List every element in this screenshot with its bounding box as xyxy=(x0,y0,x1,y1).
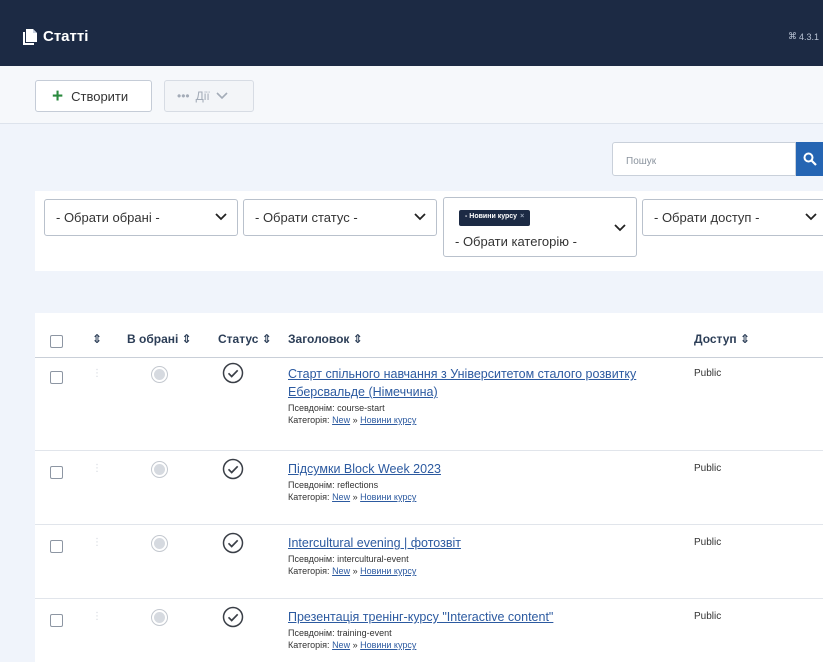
create-button[interactable]: + Створити xyxy=(35,80,152,112)
row-checkbox[interactable] xyxy=(50,466,63,479)
drag-handle-icon[interactable]: ⋮ xyxy=(92,537,102,548)
access-filter-select[interactable]: - Обрати доступ - xyxy=(642,199,823,236)
joomla-logo-icon: ⌘ xyxy=(787,31,797,41)
category-parent-link[interactable]: New xyxy=(332,415,350,425)
article-category: Категорія: New » Новини курсу xyxy=(288,492,417,502)
access-level: Public xyxy=(694,537,722,548)
drag-handle-icon[interactable]: ⋮ xyxy=(92,611,102,622)
create-button-label: Створити xyxy=(71,88,129,104)
published-check-icon[interactable] xyxy=(222,458,244,483)
table-row: ⋮ Старт спільного навчання з Університет… xyxy=(35,358,823,451)
featured-toggle-icon[interactable] xyxy=(151,366,168,383)
featured-filter-label: - Обрати обрані - xyxy=(56,210,160,225)
category-filter-select[interactable]: - Новини курсу × - Обрати категорію - xyxy=(443,197,637,257)
published-check-icon[interactable] xyxy=(222,532,244,557)
published-check-icon[interactable] xyxy=(222,362,244,387)
article-alias: Псевдонім: training-event xyxy=(288,628,392,638)
articles-table: ⇕ В обрані ⇕ Статус ⇕ Заголовок ⇕ Доступ… xyxy=(35,313,823,662)
table-row: ⋮ Презентація тренінг-курсу "Interactive… xyxy=(35,599,823,662)
search-placeholder: Пошук xyxy=(626,156,657,167)
article-category: Категорія: New » Новини курсу xyxy=(288,566,417,576)
drag-handle-icon[interactable]: ⋮ xyxy=(92,368,102,379)
sort-icon: ⇕ xyxy=(739,332,751,346)
category-link[interactable]: Новини курсу xyxy=(360,640,416,650)
article-title-link[interactable]: Підсумки Block Week 2023 xyxy=(288,460,678,478)
featured-filter-select[interactable]: - Обрати обрані - xyxy=(44,199,238,236)
ordering-sort-icon[interactable]: ⇕ xyxy=(92,332,102,346)
chevron-down-icon xyxy=(614,224,626,232)
category-chip-label: - Новини курсу xyxy=(465,213,518,220)
article-title-link[interactable]: Intercultural evening | фотозвіт xyxy=(288,534,678,552)
table-header: ⇕ В обрані ⇕ Статус ⇕ Заголовок ⇕ Доступ… xyxy=(35,313,823,358)
table-row: ⋮ Intercultural evening | фотозвіт Псевд… xyxy=(35,525,823,599)
version-info: ⌘ 4.3.1 xyxy=(788,31,819,42)
page-title: Статті xyxy=(22,28,88,45)
sort-icon: ⇕ xyxy=(352,332,363,346)
access-filter-label: - Обрати доступ - xyxy=(654,210,760,225)
sort-icon: ⇕ xyxy=(261,332,272,346)
page-title-text: Статті xyxy=(43,28,89,45)
column-header-status[interactable]: Статус ⇕ xyxy=(218,332,272,346)
actions-button-label: Дії xyxy=(195,89,210,103)
plus-icon: + xyxy=(52,85,64,107)
article-alias: Псевдонім: reflections xyxy=(288,480,379,490)
category-chip[interactable]: - Новини курсу × xyxy=(459,210,531,226)
featured-toggle-icon[interactable] xyxy=(151,609,168,626)
category-parent-link[interactable]: New xyxy=(332,492,350,502)
sort-icon: ⇕ xyxy=(181,332,192,346)
article-alias: Псевдонім: intercultural-event xyxy=(288,554,409,564)
status-filter-select[interactable]: - Обрати статус - xyxy=(243,199,437,236)
featured-toggle-icon[interactable] xyxy=(151,535,168,552)
chevron-down-icon xyxy=(414,213,426,221)
category-filter-label: - Обрати категорію - xyxy=(455,234,577,249)
published-check-icon[interactable] xyxy=(222,606,244,631)
chevron-down-icon xyxy=(216,92,228,100)
chevron-down-icon xyxy=(215,213,227,221)
category-link[interactable]: Новини курсу xyxy=(360,415,416,425)
access-level: Public xyxy=(694,611,722,622)
status-filter-label: - Обрати статус - xyxy=(255,210,358,225)
article-title-link[interactable]: Презентація тренінг-курсу "Interactive c… xyxy=(288,608,678,626)
search-icon xyxy=(803,152,817,166)
row-checkbox[interactable] xyxy=(50,614,63,627)
column-header-featured[interactable]: В обрані ⇕ xyxy=(127,332,192,346)
row-checkbox[interactable] xyxy=(50,540,63,553)
toolbar: + Створити ••• Дії xyxy=(0,66,823,124)
search-button[interactable] xyxy=(796,142,823,176)
column-header-title[interactable]: Заголовок ⇕ xyxy=(288,332,363,346)
category-parent-link[interactable]: New xyxy=(332,640,350,650)
category-link[interactable]: Новини курсу xyxy=(360,566,416,576)
header-bar: Статті ⌘ 4.3.1 xyxy=(0,0,823,66)
article-category: Категорія: New » Новини курсу xyxy=(288,415,417,425)
actions-button[interactable]: ••• Дії xyxy=(164,80,254,112)
drag-handle-icon[interactable]: ⋮ xyxy=(92,463,102,474)
featured-toggle-icon[interactable] xyxy=(151,461,168,478)
row-checkbox[interactable] xyxy=(50,371,63,384)
articles-icon xyxy=(23,28,37,45)
chevron-down-icon xyxy=(805,213,817,221)
access-level: Public xyxy=(694,368,722,379)
category-link[interactable]: Новини курсу xyxy=(360,492,416,502)
article-category: Категорія: New » Новини курсу xyxy=(288,640,417,650)
filter-panel: - Обрати обрані - - Обрати статус - - Но… xyxy=(35,191,823,271)
remove-icon[interactable]: × xyxy=(520,213,524,220)
table-row: ⋮ Підсумки Block Week 2023 Псевдонім: re… xyxy=(35,451,823,525)
search-input[interactable]: Пошук xyxy=(612,142,796,176)
version-number: 4.3.1 xyxy=(798,31,819,42)
select-all-checkbox[interactable] xyxy=(50,335,63,348)
access-level: Public xyxy=(694,463,722,474)
ellipsis-icon: ••• xyxy=(177,89,190,103)
column-header-access[interactable]: Доступ ⇕ xyxy=(694,332,750,346)
article-title-link[interactable]: Старт спільного навчання з Університетом… xyxy=(288,365,678,401)
category-parent-link[interactable]: New xyxy=(332,566,350,576)
article-alias: Псевдонім: course-start xyxy=(288,403,385,413)
